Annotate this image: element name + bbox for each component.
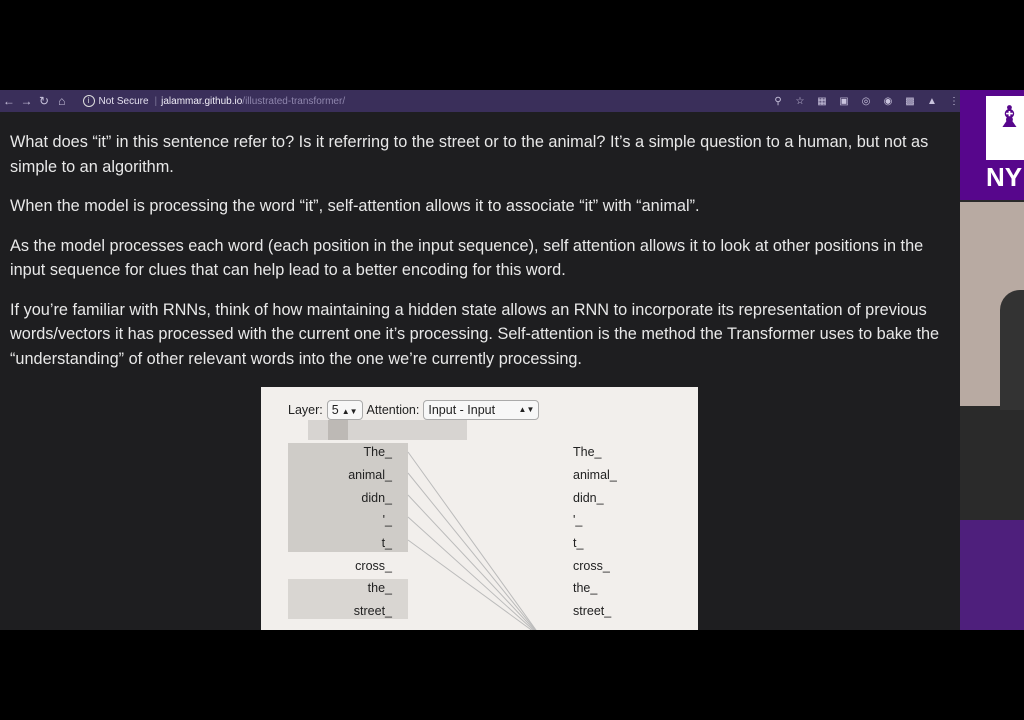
speaker-silhouette — [1000, 290, 1024, 410]
article-paragraph: What does “it” in this sentence refer to… — [10, 133, 929, 176]
output-token[interactable]: street_ — [573, 604, 611, 618]
logo-text: NY — [986, 162, 1023, 192]
nyu-logo: ♝ NY — [960, 90, 1024, 200]
input-token[interactable]: t_ — [288, 536, 392, 550]
extension-icon[interactable]: ▣ — [838, 96, 850, 107]
output-token[interactable]: '_ — [573, 513, 582, 527]
browser-toolbar: ← → ↻ ⌂ i Not Secure | jalammar.github.i… — [0, 90, 960, 112]
output-token[interactable]: The_ — [573, 445, 602, 459]
input-token[interactable]: street_ — [288, 604, 392, 618]
zoom-icon[interactable]: ⚲ — [772, 96, 784, 107]
input-token[interactable]: cross_ — [288, 559, 392, 573]
extension-icon[interactable]: ▩ — [904, 96, 916, 107]
input-token[interactable]: the_ — [288, 581, 392, 595]
input-token[interactable]: didn_ — [288, 491, 392, 505]
torch-icon: ♝ — [996, 101, 1023, 134]
menu-icon[interactable]: ⋮ — [948, 96, 960, 107]
attention-visualization: Layer: 5 ▲▼ Attention: Input - Input ▲▼ Th… — [261, 387, 698, 630]
url-separator: | — [154, 95, 158, 107]
extension-icon[interactable]: ▲ — [926, 96, 938, 107]
article-paragraph: When the model is processing the word “i… — [10, 197, 700, 215]
output-token[interactable]: didn_ — [573, 491, 604, 505]
extension-icon[interactable]: ▦ — [816, 96, 828, 107]
home-icon[interactable]: ⌂ — [53, 94, 71, 108]
article-paragraph: If you’re familiar with RNNs, think of h… — [10, 300, 940, 368]
attention-line — [407, 472, 536, 630]
security-label: Not Secure — [98, 95, 149, 107]
article-paragraph: As the model processes each word (each p… — [10, 236, 924, 280]
reload-icon[interactable]: ↻ — [35, 94, 53, 108]
output-token[interactable]: t_ — [573, 536, 583, 550]
article-body: What does “it” in this sentence refer to… — [10, 130, 950, 386]
output-token[interactable]: cross_ — [573, 559, 610, 573]
address-bar[interactable]: i Not Secure | jalammar.github.io /illus… — [82, 93, 767, 109]
bookmark-star-icon[interactable]: ☆ — [794, 96, 806, 107]
input-token[interactable]: '_ — [288, 513, 392, 527]
attention-line — [407, 539, 533, 630]
info-icon[interactable]: i — [82, 95, 95, 107]
input-token[interactable]: animal_ — [288, 468, 392, 482]
extension-icon[interactable]: ◉ — [882, 96, 894, 107]
url-host: jalammar.github.io — [161, 95, 243, 107]
input-token[interactable]: The_ — [288, 445, 393, 459]
extension-icon[interactable]: ◎ — [860, 96, 872, 107]
back-arrow-icon[interactable]: ← — [0, 94, 18, 108]
purple-banner — [960, 520, 1024, 630]
url-path: /illustrated-transformer/ — [242, 95, 346, 107]
forward-arrow-icon[interactable]: → — [18, 94, 36, 108]
output-token[interactable]: animal_ — [573, 468, 617, 482]
attention-line — [407, 451, 537, 630]
browser-window: ← → ↻ ⌂ i Not Secure | jalammar.github.i… — [0, 90, 960, 630]
lecture-video-sidebar: ♝ NY — [960, 90, 1024, 630]
output-token[interactable]: the_ — [573, 581, 597, 595]
